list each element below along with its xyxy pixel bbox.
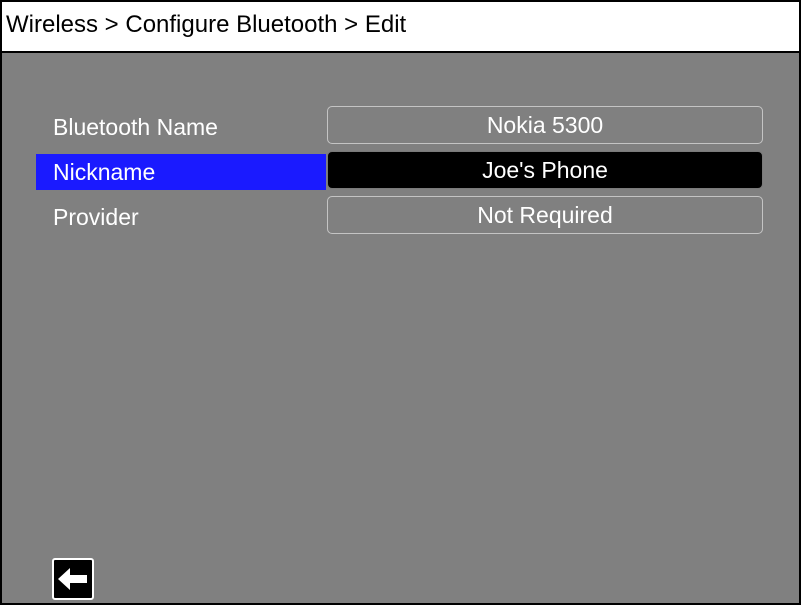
breadcrumb: Wireless > Configure Bluetooth > Edit: [6, 11, 407, 38]
nickname-field[interactable]: Joe's Phone: [327, 151, 763, 189]
left-arrow-icon: [58, 568, 87, 590]
title-bar: Wireless > Configure Bluetooth > Edit: [2, 2, 799, 53]
setting-row-nickname[interactable]: Nickname Joe's Phone: [36, 151, 764, 190]
back-button[interactable]: [52, 558, 94, 600]
provider-label: Provider: [53, 204, 139, 230]
device-screen: Wireless > Configure Bluetooth > Edit Bl…: [0, 0, 801, 605]
bluetooth-name-field[interactable]: Nokia 5300: [327, 106, 763, 144]
setting-row-bluetooth-name[interactable]: Bluetooth Name Nokia 5300: [36, 106, 764, 144]
setting-row-provider[interactable]: Provider Not Required: [36, 196, 764, 234]
nickname-label: Nickname: [36, 154, 326, 190]
bluetooth-name-label: Bluetooth Name: [53, 114, 218, 140]
provider-field[interactable]: Not Required: [327, 196, 763, 234]
